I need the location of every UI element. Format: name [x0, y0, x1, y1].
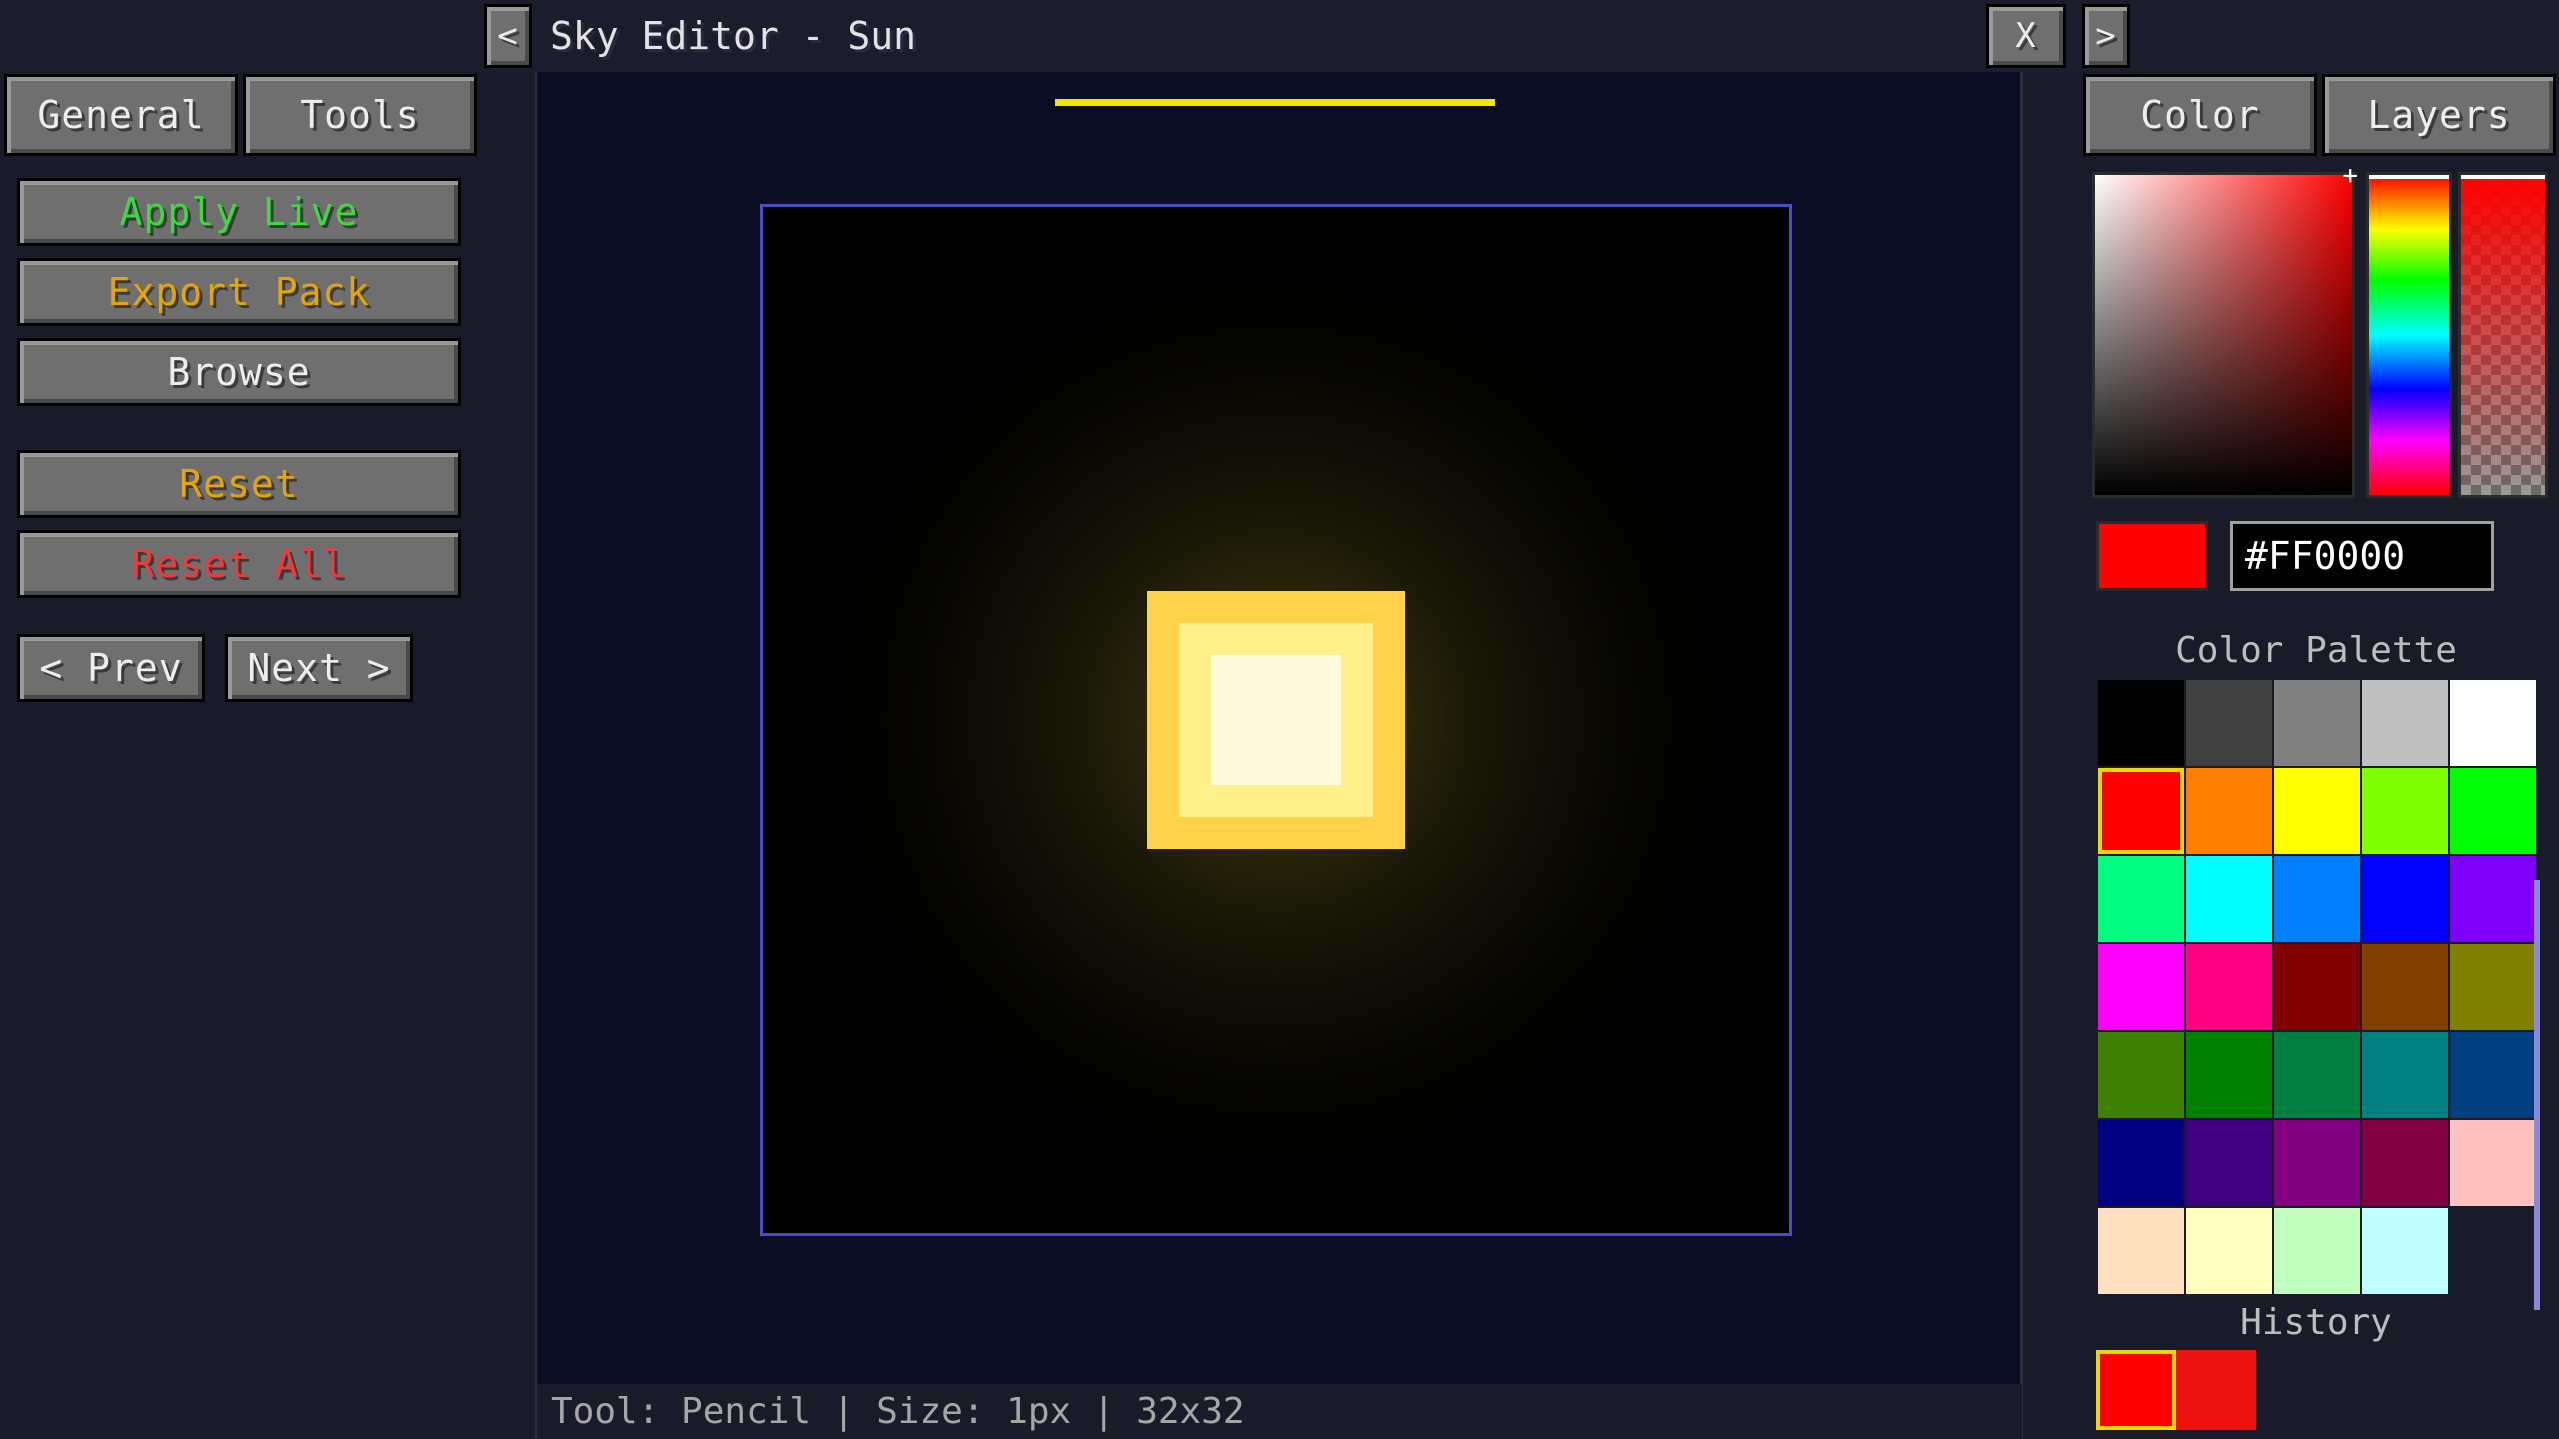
status-bar: Tool: Pencil | Size: 1px | 32x32: [537, 1384, 2022, 1439]
palette-scrollbar[interactable]: [2534, 880, 2540, 1310]
palette-swatch[interactable]: [2450, 768, 2536, 854]
tab-color-label: Color: [2140, 93, 2260, 137]
browse-label: Browse: [167, 350, 311, 394]
palette-swatch[interactable]: [2450, 1032, 2536, 1118]
current-color-preview: [2096, 521, 2208, 591]
history-swatch[interactable]: [2096, 1350, 2176, 1430]
apply-live-button[interactable]: Apply Live: [17, 178, 461, 246]
reset-all-label: Reset All: [131, 542, 347, 586]
palette-swatch[interactable]: [2098, 856, 2184, 942]
palette-swatch[interactable]: [2274, 944, 2360, 1030]
palette-swatch[interactable]: [2274, 1032, 2360, 1118]
saturation-value-picker[interactable]: +: [2092, 163, 2358, 498]
progress-bar: [1055, 99, 1495, 106]
palette-swatch[interactable]: [2098, 768, 2184, 854]
palette-swatch[interactable]: [2186, 1208, 2272, 1294]
next-sky-button[interactable]: >: [2082, 4, 2130, 68]
crosshair-icon: +: [2342, 161, 2358, 191]
window-title: Sky Editor - Sun: [550, 14, 917, 58]
palette-swatch[interactable]: [2274, 1120, 2360, 1206]
palette-heading: Color Palette: [2175, 630, 2457, 671]
apply-live-label: Apply Live: [119, 190, 359, 234]
export-pack-label: Export Pack: [107, 270, 371, 314]
prev-label: < Prev: [39, 646, 183, 690]
reset-label: Reset: [179, 462, 299, 506]
export-pack-button[interactable]: Export Pack: [17, 258, 461, 326]
alpha-slider[interactable]: [2458, 172, 2548, 498]
hue-slider[interactable]: [2366, 172, 2452, 498]
palette-swatch[interactable]: [2450, 856, 2536, 942]
title-bar: [0, 0, 2559, 72]
palette-swatch[interactable]: [2450, 680, 2536, 766]
palette-swatch[interactable]: [2098, 1208, 2184, 1294]
browse-button[interactable]: Browse: [17, 338, 461, 406]
palette-swatch[interactable]: [2186, 680, 2272, 766]
palette-swatch[interactable]: [2362, 1120, 2448, 1206]
chevron-left-icon: <: [497, 16, 519, 56]
tab-general[interactable]: General: [4, 74, 238, 156]
palette-swatch[interactable]: [2362, 680, 2448, 766]
reset-button[interactable]: Reset: [17, 450, 461, 518]
next-button[interactable]: Next >: [225, 634, 413, 702]
palette-swatch[interactable]: [2098, 680, 2184, 766]
palette-swatch[interactable]: [2186, 1032, 2272, 1118]
alpha-marker: [2461, 175, 2545, 179]
palette-swatch[interactable]: [2362, 1208, 2448, 1294]
palette-swatch[interactable]: [2186, 856, 2272, 942]
close-icon: X: [2015, 16, 2037, 56]
hue-marker: [2369, 175, 2449, 179]
tab-tools-label: Tools: [300, 93, 420, 137]
tab-color[interactable]: Color: [2083, 74, 2317, 156]
history-heading: History: [2240, 1302, 2392, 1343]
reset-all-button[interactable]: Reset All: [17, 530, 461, 598]
status-text: Tool: Pencil | Size: 1px | 32x32: [551, 1391, 1245, 1432]
palette-swatch[interactable]: [2274, 856, 2360, 942]
palette-swatch[interactable]: [2362, 856, 2448, 942]
tab-layers-label: Layers: [2367, 93, 2511, 137]
palette-swatch[interactable]: [2186, 1120, 2272, 1206]
palette-swatch[interactable]: [2362, 768, 2448, 854]
palette-swatch[interactable]: [2362, 1032, 2448, 1118]
hex-input[interactable]: #FF0000: [2230, 521, 2494, 591]
prev-button[interactable]: < Prev: [17, 634, 205, 702]
tab-tools[interactable]: Tools: [243, 74, 477, 156]
palette-swatch[interactable]: [2362, 944, 2448, 1030]
tab-layers[interactable]: Layers: [2322, 74, 2556, 156]
prev-sky-button[interactable]: <: [484, 4, 532, 68]
tab-general-label: General: [37, 93, 205, 137]
chevron-right-icon: >: [2095, 16, 2117, 56]
palette-swatch[interactable]: [2098, 944, 2184, 1030]
close-button[interactable]: X: [1986, 4, 2066, 68]
sun-inner-pixels: [1211, 655, 1341, 785]
palette-swatch[interactable]: [2098, 1032, 2184, 1118]
palette-swatch[interactable]: [2450, 944, 2536, 1030]
palette-swatch[interactable]: [2450, 1120, 2536, 1206]
history-swatch[interactable]: [2176, 1350, 2256, 1430]
palette-swatch[interactable]: [2274, 1208, 2360, 1294]
palette-swatch[interactable]: [2098, 1120, 2184, 1206]
palette-swatch[interactable]: [2274, 680, 2360, 766]
pixel-canvas[interactable]: [760, 204, 1792, 1236]
palette-swatch[interactable]: [2274, 768, 2360, 854]
palette-swatch[interactable]: [2186, 768, 2272, 854]
next-label: Next >: [247, 646, 391, 690]
palette-swatch[interactable]: [2186, 944, 2272, 1030]
